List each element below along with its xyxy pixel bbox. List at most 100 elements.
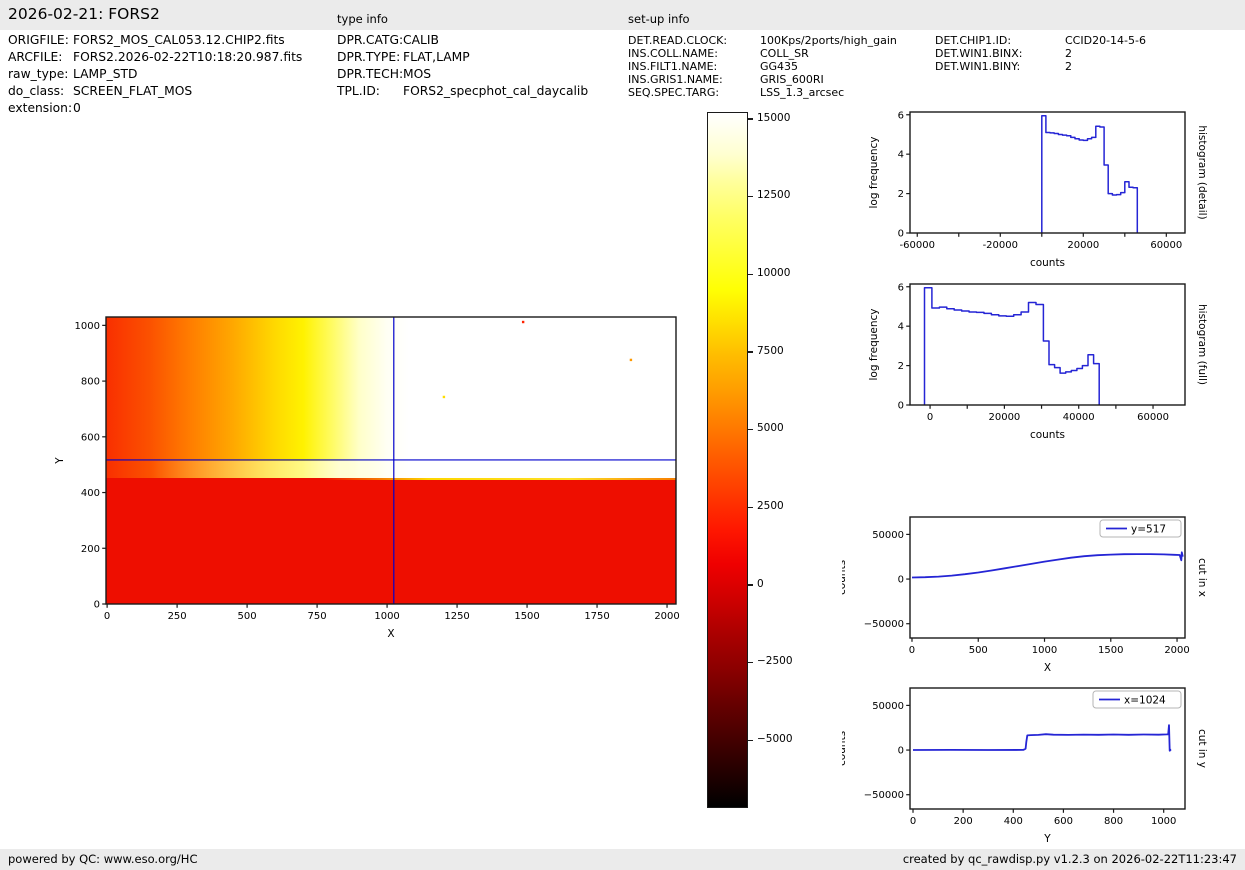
cut-y-series	[913, 725, 1171, 751]
colorbar-tick	[748, 196, 753, 197]
y-axis-label: log frequency	[868, 136, 880, 208]
y-tick-label: 0	[898, 229, 904, 240]
legend-label: x=1024	[1124, 695, 1166, 707]
colorbar-tick	[748, 584, 753, 585]
y-tick-label: 4	[898, 150, 904, 161]
x-tick-label: 1250	[444, 611, 469, 622]
x-tick-label: 20000	[1067, 240, 1099, 251]
hist-detail-plot: -60000 -20000 20000 60000 0 2 4 6 counts log freq…	[842, 104, 1215, 281]
x-tick-label: 600	[1054, 816, 1073, 827]
y-tick-label: −50000	[864, 790, 904, 801]
colorbar-tick-label: 5000	[757, 422, 784, 434]
footer-right: created by qc_rawdisp.py v1.2.3 on 2026-…	[903, 852, 1237, 866]
x-tick-label: 2000	[1164, 645, 1189, 656]
colorbar-tick	[748, 662, 753, 663]
x-axis-label: counts	[1030, 257, 1065, 269]
colorbar-tick	[748, 118, 753, 119]
y-tick-label: 0	[94, 600, 100, 611]
x-tick-label: 0	[104, 611, 110, 622]
y-tick-label: 0	[898, 746, 904, 757]
y-tick-label: 6	[898, 282, 904, 293]
right-axis-label: histogram (detail)	[1196, 125, 1208, 219]
y-tick-label: 0	[898, 401, 904, 412]
colorbar-tick-label: −2500	[757, 655, 793, 667]
x-tick-label: 400	[1004, 816, 1023, 827]
plots-area: 0250500750100012501500175020000200400600…	[0, 0, 1245, 870]
y-tick-label: 800	[81, 377, 100, 388]
x-tick-label: 40000	[1063, 412, 1095, 423]
legend-label: y=517	[1131, 524, 1166, 536]
footer-left: powered by QC: www.eso.org/HC	[8, 852, 197, 866]
colorbar-tick	[748, 507, 753, 508]
hist-detail-series	[1042, 116, 1138, 233]
y-tick-label: 2	[898, 189, 904, 200]
x-tick-label: 1500	[514, 611, 539, 622]
x-tick-label: 250	[168, 611, 187, 622]
x-tick-label: 20000	[988, 412, 1020, 423]
x-axis-label: X	[1044, 662, 1051, 674]
colorbar-tick	[748, 429, 753, 430]
x-tick-label: 0	[927, 412, 933, 423]
cut-x-series	[912, 552, 1183, 577]
right-axis-label: cut in x	[1196, 558, 1208, 597]
y-axis-label: log frequency	[868, 308, 880, 380]
colorbar-tick-label: 2500	[757, 500, 784, 512]
footer-bar: powered by QC: www.eso.org/HC created by…	[0, 849, 1245, 870]
x-tick-label: 60000	[1150, 240, 1182, 251]
hot-pixel	[630, 359, 632, 361]
y-tick-label: −50000	[864, 619, 904, 630]
hist-full-plot: 0 20000 40000 60000 0 2 4 6 counts log frequency h…	[842, 276, 1215, 453]
y-tick-label: 4	[898, 322, 904, 333]
colorbar-tick-label: 15000	[757, 112, 790, 124]
colorbar	[707, 112, 748, 808]
y-tick-label: 600	[81, 432, 100, 443]
x-tick-label: 1000	[374, 611, 399, 622]
x-tick-label: 200	[954, 816, 973, 827]
x-tick-label: 1000	[1151, 816, 1176, 827]
y-tick-label: 200	[81, 544, 100, 555]
right-axis-label: cut in y	[1196, 729, 1208, 768]
colorbar-tick-label: 7500	[757, 345, 784, 357]
y-tick-label: 6	[898, 110, 904, 121]
y-tick-label: 0	[898, 575, 904, 586]
x-tick-label: 0	[909, 645, 915, 656]
colorbar-tick-label: 12500	[757, 189, 790, 201]
y-tick-label: 2	[898, 361, 904, 372]
x-tick-label: -20000	[983, 240, 1018, 251]
y-tick-label: 400	[81, 488, 100, 499]
y-axis-label: counts	[842, 560, 848, 595]
x-axis-label: Y	[1043, 833, 1051, 845]
colorbar-tick-label: −5000	[757, 733, 793, 745]
colorbar-tick	[748, 740, 753, 741]
hot-pixel	[443, 396, 445, 398]
y-tick-label: 50000	[872, 530, 904, 541]
x-tick-label: 60000	[1137, 412, 1169, 423]
x-tick-label: 1000	[1032, 645, 1057, 656]
y-tick-label: 1000	[75, 321, 100, 332]
x-axis-label: counts	[1030, 429, 1065, 441]
cut-y-plot: 0 200 400 600 800 1000 −50000 0 50000 Ycounts cut …	[842, 680, 1215, 857]
x-tick-label: 800	[1104, 816, 1123, 827]
x-tick-label: 500	[238, 611, 257, 622]
x-tick-label: 1750	[584, 611, 609, 622]
colorbar-tick	[748, 274, 753, 275]
y-tick-label: 50000	[872, 701, 904, 712]
colorbar-tick-label: 0	[757, 578, 764, 590]
colorbar-tick-label: 10000	[757, 267, 790, 279]
x-tick-label: 2000	[654, 611, 679, 622]
x-tick-label: 0	[910, 816, 916, 827]
y-axis-label: counts	[842, 731, 848, 766]
x-tick-label: 750	[308, 611, 327, 622]
qc-report-page: 2026-02-21: FORS2 type info set-up info …	[0, 0, 1245, 870]
x-tick-label: -60000	[900, 240, 935, 251]
right-axis-label: histogram (full)	[1196, 304, 1208, 385]
cut-x-plot: 0 500 1000 1500 2000 −50000 0 50000 Xcounts cut i…	[842, 509, 1215, 686]
main-image-plot: 0 250 500 750 1000 1250 1500 1750 2000 0 200 400 600…	[38, 309, 706, 652]
hist-full-series	[925, 288, 1100, 405]
x-axis-label: X	[387, 628, 394, 640]
y-axis-label: Y	[54, 457, 66, 465]
x-tick-label: 500	[969, 645, 988, 656]
x-tick-label: 1500	[1098, 645, 1123, 656]
colorbar-tick	[748, 351, 753, 352]
hot-pixel	[522, 321, 524, 323]
